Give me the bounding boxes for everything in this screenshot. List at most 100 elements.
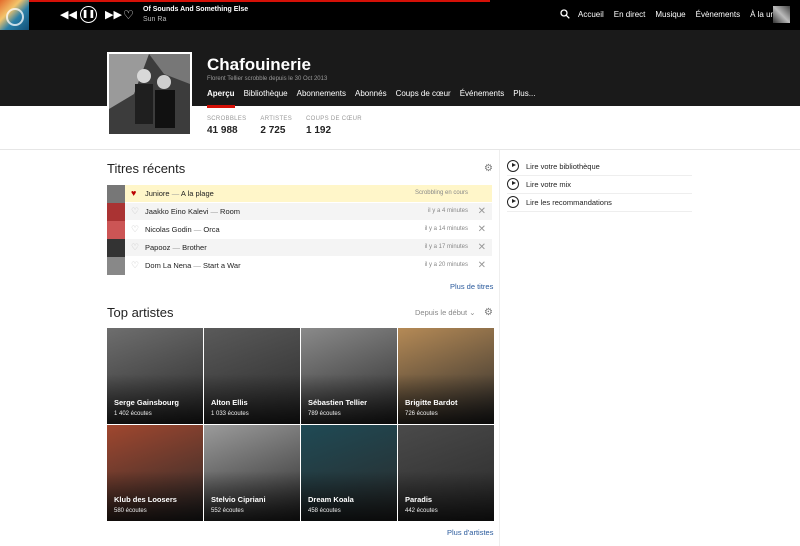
gear-icon[interactable]: ⚙ [484,164,494,174]
close-icon[interactable]: ✕ [478,206,486,217]
artist-tile[interactable]: Stelvio Cipriani 552 écoutes [204,425,300,521]
stat-coups-de-coeur[interactable]: COUPS DE CŒUR 1 192 [306,116,362,136]
track-artist[interactable]: Juniore [145,189,170,198]
playback-progress[interactable] [0,0,490,2]
profile-username: Chafouinerie [207,55,311,74]
tab-evenements[interactable]: Événements [460,89,504,108]
period-dropdown[interactable]: Depuis le début ⌄ [415,308,476,317]
artist-tile[interactable]: Paradis 442 écoutes [398,425,494,521]
play-library-button[interactable]: Lire votre bibliothèque [507,158,692,176]
play-mix-button[interactable]: Lire votre mix [507,176,692,194]
artist-name[interactable]: Klub des Loosers [114,495,177,504]
close-icon[interactable]: ✕ [478,260,486,271]
artist-name[interactable]: Sébastien Tellier [308,398,367,407]
tab-plus[interactable]: Plus... [513,89,535,108]
track-name[interactable]: Jaakko Eino Kalevi — Room [145,207,240,216]
play-recommendations-button[interactable]: Lire les recommandations [507,194,692,212]
track-title[interactable]: Orca [203,225,219,234]
track-title[interactable]: Room [220,207,240,216]
tab-coups-de-coeur[interactable]: Coups de cœur [396,89,451,108]
nav-en-direct[interactable]: En direct [614,10,646,19]
artist-name[interactable]: Dream Koala [308,495,354,504]
period-dropdown-label: Depuis le début [415,308,468,317]
gear-icon[interactable]: ⚙ [484,308,494,318]
more-tracks-link[interactable]: Plus de titres [450,282,493,291]
close-icon[interactable]: ✕ [478,242,486,253]
user-avatar[interactable] [773,6,790,23]
tab-apercu[interactable]: Aperçu [207,89,235,108]
stat-artistes[interactable]: ARTISTES 2 725 [260,116,292,136]
close-icon[interactable]: ✕ [478,224,486,235]
tab-abonnements[interactable]: Abonnements [297,89,346,108]
track-cover[interactable] [107,239,125,257]
track-timestamp: il y a 4 minutes [427,208,468,214]
forward-icon[interactable]: ▶▶ [105,8,122,22]
more-artists-link[interactable]: Plus d'artistes [447,528,493,537]
heart-icon[interactable]: ♡ [131,206,139,217]
track-separator: — [169,189,181,198]
rewind-icon[interactable]: ◀◀ [60,8,77,22]
track-title[interactable]: A la plage [181,189,214,198]
nav-evenements[interactable]: Évènements [696,10,740,19]
track-artist[interactable]: Papooz [145,243,170,252]
track-row[interactable]: ♡ Dom La Nena — Start a War il y a 20 minu… [107,257,492,275]
track-title[interactable]: Brother [182,243,207,252]
play-icon [507,160,519,172]
artist-name[interactable]: Brigitte Bardot [405,398,458,407]
recent-tracks-title: Titres récents [107,161,186,176]
pause-icon[interactable]: ❚❚ [80,6,97,23]
stat-scrobbles[interactable]: SCROBBLES 41 988 [207,116,246,136]
now-playing-artist[interactable]: Sun Ra [143,16,166,23]
track-cover[interactable] [107,203,125,221]
artist-plays: 552 écoutes [211,508,244,514]
track-cover[interactable] [107,185,125,203]
track-row[interactable]: ♡ Nicolas Godin — Orca il y a 14 minutes ✕ [107,221,492,239]
track-name[interactable]: Papooz — Brother [145,243,207,252]
track-separator: — [191,225,204,234]
recent-tracks-list: ♥ Juniore — A la plage Scrobbling en cours… [107,185,492,275]
top-artists-grid: Serge Gainsbourg 1 402 écoutes Alton Ellis… [107,328,494,521]
track-name[interactable]: Dom La Nena — Start a War [145,261,241,270]
track-timestamp: il y a 14 minutes [424,226,468,232]
track-timestamp: Scrobbling en cours [414,190,468,196]
heart-icon[interactable]: ♡ [131,224,139,235]
heart-icon[interactable]: ♥ [131,188,136,199]
profile-avatar[interactable] [107,52,192,136]
track-row[interactable]: ♡ Jaakko Eino Kalevi — Room il y a 4 minut… [107,203,492,221]
artist-plays: 442 écoutes [405,508,438,514]
heart-icon[interactable]: ♡ [123,8,134,22]
track-name[interactable]: Nicolas Godin — Orca [145,225,220,234]
artist-tile[interactable]: Alton Ellis 1 033 écoutes [204,328,300,424]
artist-name[interactable]: Serge Gainsbourg [114,398,179,407]
nav-musique[interactable]: Musique [655,10,685,19]
track-artist[interactable]: Nicolas Godin [145,225,192,234]
artist-plays: 1 402 écoutes [114,411,152,417]
player-bar: ◀◀ ❚❚ ▶▶ ♡ Of Sounds And Something Else … [0,0,800,30]
artist-tile[interactable]: Serge Gainsbourg 1 402 écoutes [107,328,203,424]
search-icon[interactable] [560,9,570,19]
play-option-label: Lire votre mix [526,180,572,189]
artist-name[interactable]: Paradis [405,495,432,504]
artist-tile[interactable]: Klub des Loosers 580 écoutes [107,425,203,521]
track-row[interactable]: ♡ Papooz — Brother il y a 17 minutes ✕ [107,239,492,257]
artist-name[interactable]: Stelvio Cipriani [211,495,266,504]
track-title[interactable]: Start a War [203,261,241,270]
track-artist[interactable]: Dom La Nena [145,261,191,270]
heart-icon[interactable]: ♡ [131,260,139,271]
now-playing-title[interactable]: Of Sounds And Something Else [143,6,248,13]
heart-icon[interactable]: ♡ [131,242,139,253]
artist-tile[interactable]: Sébastien Tellier 789 écoutes [301,328,397,424]
now-playing-cover[interactable] [0,0,29,30]
artist-tile[interactable]: Dream Koala 458 écoutes [301,425,397,521]
track-separator: — [208,207,221,216]
track-row[interactable]: ♥ Juniore — A la plage Scrobbling en cours [107,185,492,203]
track-cover[interactable] [107,257,125,275]
artist-name[interactable]: Alton Ellis [211,398,248,407]
tab-bibliotheque[interactable]: Bibliothèque [244,89,288,108]
tab-abonnes[interactable]: Abonnés [355,89,387,108]
track-artist[interactable]: Jaakko Eino Kalevi [145,207,208,216]
artist-tile[interactable]: Brigitte Bardot 726 écoutes [398,328,494,424]
track-name[interactable]: Juniore — A la plage [145,189,214,198]
nav-accueil[interactable]: Accueil [578,10,604,19]
track-cover[interactable] [107,221,125,239]
